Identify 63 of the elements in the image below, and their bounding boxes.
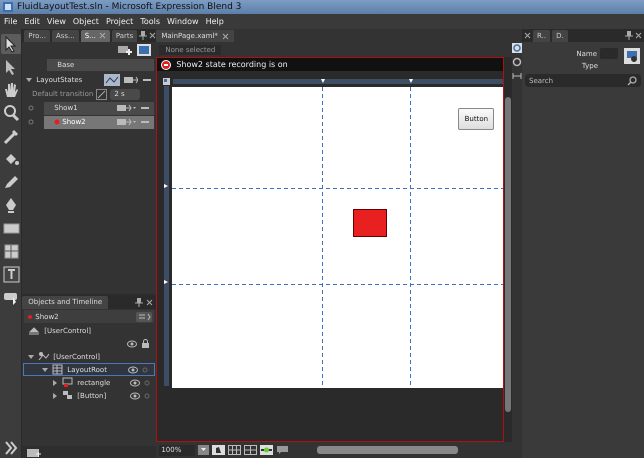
minus-icon[interactable]: [140, 104, 150, 112]
expand-caret-icon[interactable]: [52, 380, 58, 386]
effects-toggle-icon[interactable]: [212, 445, 226, 455]
eye-icon[interactable]: [130, 378, 140, 386]
grid-element-icon: [52, 364, 64, 375]
grid-toggle-icon[interactable]: [228, 445, 242, 455]
app-icon: [2, 1, 14, 13]
record-icon[interactable]: [161, 60, 172, 70]
collapse-triangle-icon[interactable]: [26, 76, 32, 82]
recording-message: Show2 state recording is on: [176, 60, 288, 69]
annotation-icon[interactable]: [276, 445, 290, 455]
menu-item[interactable]: File: [4, 17, 18, 26]
pin-icon[interactable]: [625, 31, 633, 40]
menu-item[interactable]: View: [46, 17, 66, 26]
status-dot-icon: [28, 105, 34, 111]
lock-toggle-icon[interactable]: [144, 380, 150, 386]
control-element-icon: [38, 351, 50, 362]
grid-mode-icon[interactable]: [163, 78, 170, 85]
pin-icon[interactable]: [139, 31, 148, 40]
expand-caret-icon[interactable]: [42, 366, 48, 372]
add-state-group-icon[interactable]: [117, 43, 134, 57]
menu-item[interactable]: Project: [106, 17, 134, 26]
easing-icon[interactable]: [96, 88, 108, 100]
close-icon[interactable]: [149, 32, 156, 39]
close-icon[interactable]: [222, 32, 229, 40]
close-icon[interactable]: [635, 32, 642, 39]
snap-points-icon[interactable]: [260, 445, 274, 455]
rectangle-element-icon: [62, 377, 74, 388]
status-dot-icon: [28, 119, 34, 125]
fit-width-icon[interactable]: [512, 71, 522, 81]
pan-mode-icon[interactable]: [512, 43, 522, 53]
transition-preview-icon[interactable]: [104, 74, 120, 86]
eye-icon[interactable]: [128, 366, 138, 374]
menu-item[interactable]: Help: [206, 17, 224, 26]
add-transition-icon[interactable]: [117, 102, 138, 114]
state-preview-icon[interactable]: [136, 43, 152, 57]
recording-dot-icon: [28, 314, 32, 318]
expand-caret-icon[interactable]: [28, 354, 34, 360]
close-icon[interactable]: [524, 32, 531, 39]
menu-item[interactable]: Tools: [140, 17, 160, 26]
menu-item[interactable]: Window: [167, 17, 199, 26]
orbit-icon[interactable]: [512, 57, 522, 67]
eye-icon[interactable]: [130, 392, 140, 400]
vertical-scrollbar[interactable]: [504, 57, 512, 442]
snap-gridlines-icon[interactable]: [244, 445, 258, 455]
text-icon[interactable]: [0, 264, 21, 284]
close-icon[interactable]: [146, 299, 154, 306]
lock-toggle-icon[interactable]: [144, 392, 150, 398]
search-icon[interactable]: [627, 76, 637, 86]
new-storyboard-icon[interactable]: [26, 446, 42, 458]
rectangle-shape: [353, 209, 388, 237]
element-type-icon: [624, 48, 640, 64]
button-element-icon: [62, 390, 74, 401]
menu-item[interactable]: Object: [72, 17, 99, 26]
timeline-toggle-icon[interactable]: [136, 312, 152, 322]
lock-toggle-icon[interactable]: [142, 366, 148, 372]
menu-item[interactable]: Edit: [24, 17, 40, 26]
window-title: FluidLayoutTest.sln - Microsoft Expression Blend 3: [17, 2, 242, 12]
eye-icon[interactable]: [127, 340, 138, 348]
lock-icon[interactable]: [141, 339, 150, 348]
scope-up-icon[interactable]: [28, 326, 40, 335]
expand-caret-icon[interactable]: [52, 392, 58, 398]
pin-icon[interactable]: [135, 298, 144, 307]
